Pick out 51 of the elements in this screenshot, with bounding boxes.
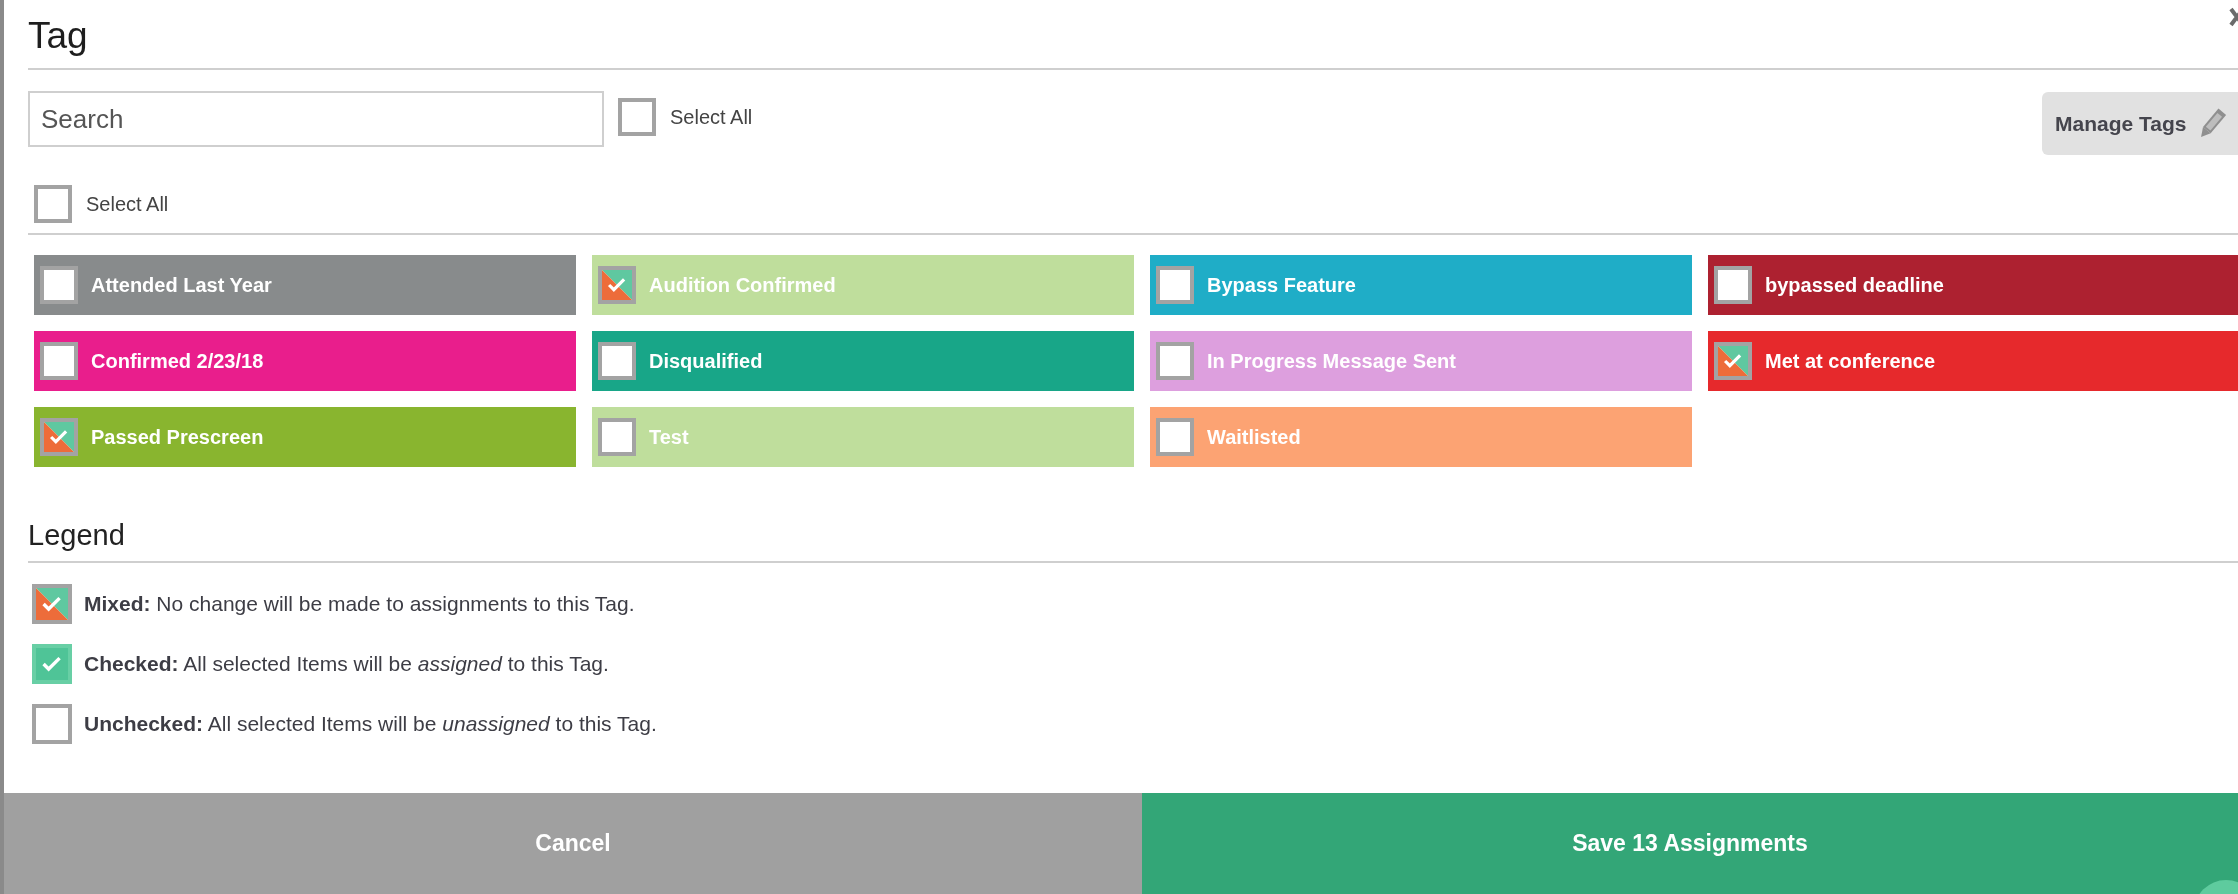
- tag-chip[interactable]: bypassed deadline: [1708, 255, 2238, 315]
- tag-label: Test: [649, 425, 689, 450]
- legend-heading: Legend: [28, 518, 125, 553]
- legend-text: Unchecked: All selected Items will be unassigned to this Tag.: [84, 711, 657, 738]
- checkmark-icon: [44, 422, 74, 452]
- tag-label: Waitlisted: [1207, 425, 1301, 450]
- checkbox[interactable]: [618, 98, 656, 136]
- checkbox[interactable]: [1714, 266, 1752, 304]
- tag-chip[interactable]: Confirmed 2/23/18: [34, 331, 576, 391]
- tag-chip[interactable]: Passed Prescreen: [34, 407, 576, 467]
- checkbox[interactable]: [598, 342, 636, 380]
- checkbox[interactable]: [32, 704, 72, 744]
- checkbox[interactable]: [1714, 342, 1752, 380]
- tag-chip[interactable]: In Progress Message Sent: [1150, 331, 1692, 391]
- tag-label: Passed Prescreen: [91, 425, 264, 450]
- tag-chip[interactable]: Bypass Feature: [1150, 255, 1692, 315]
- checkbox[interactable]: [32, 644, 72, 684]
- search-field[interactable]: Search: [28, 91, 604, 147]
- tag-label: Disqualified: [649, 349, 763, 374]
- tag-label: Bypass Feature: [1207, 273, 1356, 298]
- checkmark-icon: [602, 270, 632, 300]
- legend-text: Mixed: No change will be made to assignments to this Tag.: [84, 591, 635, 618]
- cancel-button[interactable]: Cancel: [4, 793, 1142, 894]
- save-button[interactable]: Save 13 Assignments: [1142, 793, 2238, 894]
- checkbox[interactable]: [32, 584, 72, 624]
- tag-label: Met at conference: [1765, 349, 1936, 374]
- tag-label: Audition Confirmed: [649, 273, 836, 298]
- checkbox[interactable]: [34, 185, 72, 223]
- tag-chip[interactable]: Attended Last Year: [34, 255, 576, 315]
- manage-tags-button[interactable]: Manage Tags: [2042, 92, 2238, 155]
- checkbox[interactable]: [40, 342, 78, 380]
- tag-label: Confirmed 2/23/18: [91, 349, 264, 374]
- checkbox[interactable]: [598, 418, 636, 456]
- checkmark-icon: [36, 588, 68, 620]
- select-all-label: Select All: [670, 105, 753, 130]
- checkbox[interactable]: [1156, 418, 1194, 456]
- checkbox[interactable]: [1156, 342, 1194, 380]
- tag-chip[interactable]: Met at conference: [1708, 331, 2238, 391]
- checkbox[interactable]: [40, 266, 78, 304]
- checkbox[interactable]: [40, 418, 78, 456]
- checkbox[interactable]: [598, 266, 636, 304]
- tag-label: In Progress Message Sent: [1207, 349, 1456, 374]
- checkmark-icon: [1718, 346, 1748, 376]
- tag-chip[interactable]: Disqualified: [592, 331, 1134, 391]
- tag-label: Attended Last Year: [91, 273, 272, 298]
- select-all-label: Select All: [86, 192, 169, 217]
- legend-text: Checked: All selected Items will be assigned to this Tag.: [84, 651, 609, 678]
- tag-chip[interactable]: Waitlisted: [1150, 407, 1692, 467]
- tag-label: bypassed deadline: [1765, 273, 1944, 298]
- checkbox[interactable]: [1156, 266, 1194, 304]
- dialog-title: Tag: [28, 14, 88, 58]
